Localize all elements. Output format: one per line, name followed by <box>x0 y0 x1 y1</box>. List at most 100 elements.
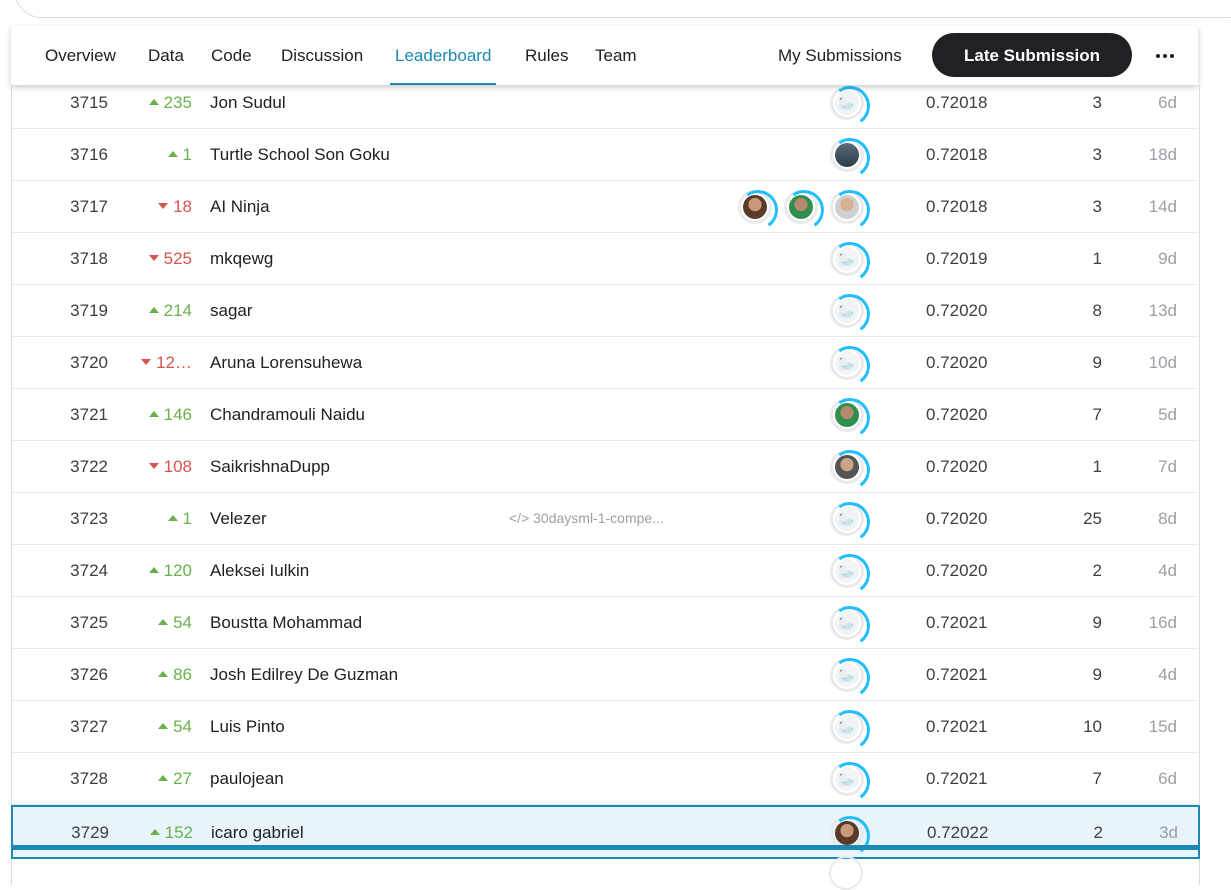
score: 0.72018 <box>926 145 988 164</box>
table-row: 3722 108 SaikrishnaDupp 0.72020 1 7d <box>12 441 1198 493</box>
last-submission: 15d <box>1148 717 1177 736</box>
more-horizontal-icon[interactable] <box>1151 44 1179 68</box>
team-members: 🦢 <box>830 554 864 588</box>
table-row: 3727 54 Luis Pinto 🦢 0.72021 10 15d <box>12 701 1198 753</box>
arrow-up-icon <box>149 828 160 835</box>
arrow-up-icon <box>148 410 159 417</box>
team-members: 🦢 <box>830 606 864 640</box>
notebook-link[interactable]: </> 30daysml-1-compe... <box>509 493 664 544</box>
score: 0.72021 <box>926 769 988 788</box>
team-name[interactable]: Chandramouli Naidu <box>210 389 365 440</box>
team-name[interactable]: Velezer <box>210 493 267 544</box>
goose-avatar-icon[interactable]: 🦢 <box>830 658 864 692</box>
arrow-down-icon <box>158 202 169 209</box>
team-name[interactable]: AI Ninja <box>210 181 270 232</box>
tab-leaderboard[interactable]: Leaderboard <box>389 26 497 85</box>
entries-count: 1 <box>1092 249 1102 268</box>
rank-change: 152 <box>123 807 193 858</box>
score: 0.72020 <box>926 405 988 424</box>
entries-count: 9 <box>1092 613 1102 632</box>
avatar[interactable] <box>830 398 864 432</box>
team-name[interactable]: icaro gabriel <box>211 807 304 858</box>
avatar[interactable] <box>830 450 864 484</box>
last-submission: 4d <box>1158 665 1177 684</box>
arrow-up-icon <box>158 670 169 677</box>
rank: 3725 <box>70 613 108 632</box>
score: 0.72019 <box>926 249 988 268</box>
team-name[interactable]: Aruna Lorensuhewa <box>210 337 362 388</box>
arrow-up-icon <box>158 618 169 625</box>
arrow-up-icon <box>158 722 169 729</box>
rank-change-value: 120 <box>163 561 192 580</box>
entries-count: 7 <box>1092 405 1102 424</box>
tab-code[interactable]: Code <box>211 26 252 85</box>
table-row: 3718 525 mkqewg 🦢 0.72019 1 9d <box>12 233 1198 285</box>
rank-change: 525 <box>122 233 192 284</box>
team-name[interactable]: sagar <box>210 285 253 336</box>
score: 0.72018 <box>926 197 988 216</box>
avatar[interactable] <box>830 138 864 172</box>
avatar[interactable] <box>830 190 864 224</box>
team-name[interactable]: Turtle School Son Goku <box>210 129 390 180</box>
entries-count: 2 <box>1093 823 1103 842</box>
rank-change-value: 146 <box>163 405 192 424</box>
avatar[interactable] <box>738 190 772 224</box>
tab-overview[interactable]: Overview <box>45 26 116 85</box>
last-submission: 13d <box>1148 301 1177 320</box>
avatar[interactable] <box>784 190 818 224</box>
score: 0.72020 <box>926 509 988 528</box>
rank-change: 1 <box>122 493 192 544</box>
team-name[interactable]: Josh Edilrey De Guzman <box>210 649 398 700</box>
late-submission-button[interactable]: Late Submission <box>932 33 1132 77</box>
team-members: 🦢 <box>830 502 864 536</box>
team-name[interactable]: Boustta Mohammad <box>210 597 362 648</box>
team-members: 🦢 <box>830 242 864 276</box>
goose-avatar-icon[interactable]: 🦢 <box>830 710 864 744</box>
team-name[interactable]: paulojean <box>210 753 284 804</box>
table-row: 3725 54 Boustta Mohammad 🦢 0.72021 9 16d <box>12 597 1198 649</box>
goose-avatar-icon[interactable]: 🦢 <box>830 762 864 796</box>
entries-count: 7 <box>1092 769 1102 788</box>
rank-change: 120 <box>122 545 192 596</box>
goose-avatar-icon[interactable]: 🦢 <box>830 294 864 328</box>
score: 0.72021 <box>926 665 988 684</box>
table-row: 3728 27 paulojean 🦢 0.72021 7 6d <box>12 753 1198 805</box>
team-name[interactable]: SaikrishnaDupp <box>210 441 330 492</box>
team-name[interactable]: mkqewg <box>210 233 273 284</box>
arrow-up-icon <box>148 98 159 105</box>
notebook-title: 30daysml-1-compe... <box>533 510 664 526</box>
avatar <box>829 856 863 890</box>
search-bar[interactable] <box>14 0 1231 18</box>
team-name[interactable]: Aleksei Iulkin <box>210 545 309 596</box>
arrow-up-icon <box>167 150 178 157</box>
rank-change-value: 1 <box>182 145 192 164</box>
rank-change: 12… <box>122 337 192 388</box>
rank: 3724 <box>70 561 108 580</box>
team-name[interactable]: Luis Pinto <box>210 701 285 752</box>
goose-avatar-icon[interactable]: 🦢 <box>830 346 864 380</box>
goose-avatar-icon[interactable]: 🦢 <box>830 606 864 640</box>
goose-avatar-icon[interactable]: 🦢 <box>830 554 864 588</box>
goose-avatar-icon[interactable]: 🦢 <box>830 242 864 276</box>
rank: 3727 <box>70 717 108 736</box>
table-row: 3726 86 Josh Edilrey De Guzman 🦢 0.72021 9 4d <box>12 649 1198 701</box>
my-submissions-link[interactable]: My Submissions <box>778 26 902 85</box>
rank-change-value: 1 <box>182 509 192 528</box>
arrow-up-icon <box>148 306 159 313</box>
tab-data[interactable]: Data <box>148 26 184 85</box>
rank: 3718 <box>70 249 108 268</box>
rank-change-value: 27 <box>173 769 192 788</box>
goose-avatar-icon[interactable]: 🦢 <box>830 86 864 120</box>
team-members: 🦢 <box>830 710 864 744</box>
tab-rules[interactable]: Rules <box>525 26 568 85</box>
entries-count: 9 <box>1092 353 1102 372</box>
rank: 3726 <box>70 665 108 684</box>
rank: 3728 <box>70 769 108 788</box>
leaderboard-table: 3715 235 Jon Sudul 🦢 0.72018 3 6d 3716 1 Turtle S… <box>11 77 1200 859</box>
team-members <box>830 138 864 172</box>
team-members <box>830 450 864 484</box>
tab-team[interactable]: Team <box>595 26 637 85</box>
rank-change: 86 <box>122 649 192 700</box>
goose-avatar-icon[interactable]: 🦢 <box>830 502 864 536</box>
tab-discussion[interactable]: Discussion <box>281 26 363 85</box>
